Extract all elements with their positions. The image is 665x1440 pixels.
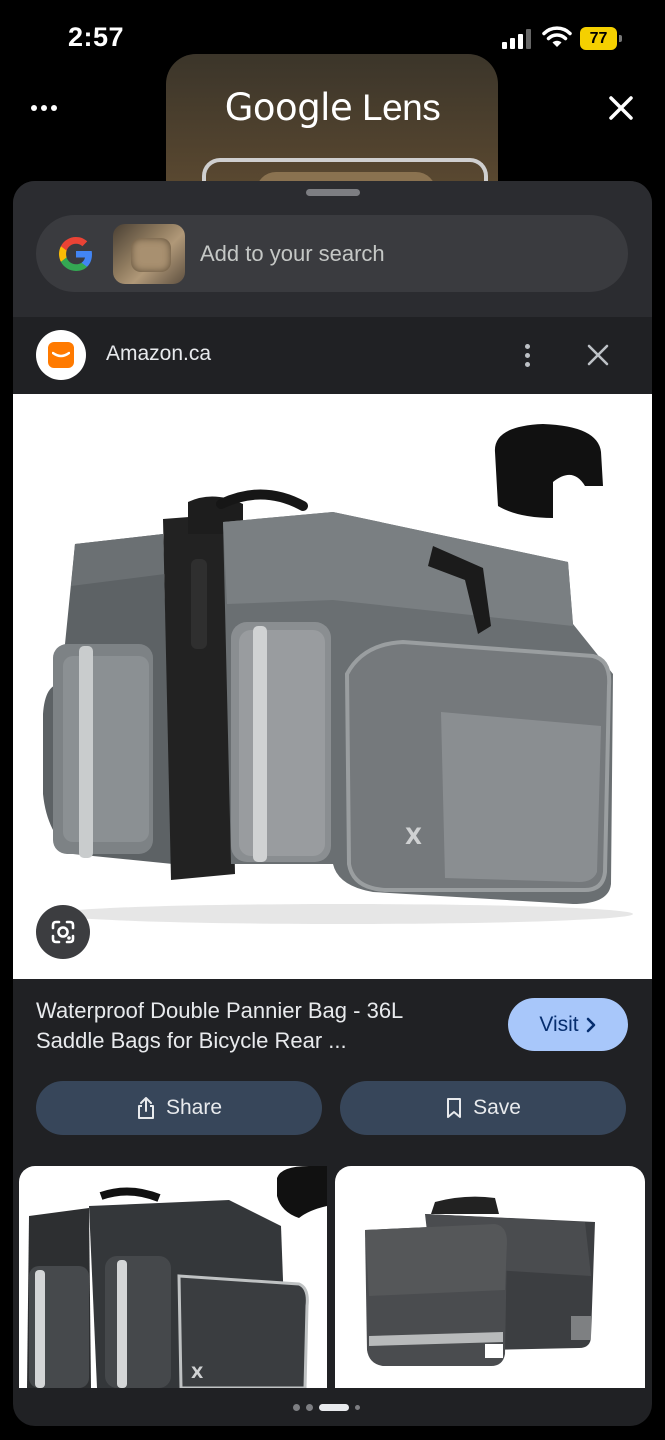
close-icon[interactable]	[584, 341, 612, 369]
related-bag-image: X	[27, 1166, 327, 1388]
add-to-search-bar[interactable]: Add to your search	[36, 215, 628, 292]
results-sheet: Add to your search Amazon.ca X Waterproo…	[13, 181, 652, 1426]
svg-text:X: X	[405, 825, 422, 850]
page-title: Google Lens	[0, 86, 665, 129]
share-icon	[137, 1097, 154, 1119]
cellular-signal-icon	[502, 29, 531, 49]
amazon-logo	[36, 330, 86, 380]
battery-level: 77	[580, 27, 617, 50]
title-lens: Lens	[362, 87, 441, 128]
result-source-row: Amazon.ca	[13, 317, 652, 394]
bookmark-icon	[447, 1098, 462, 1118]
pager-dot	[306, 1403, 313, 1411]
close-icon[interactable]	[604, 91, 638, 125]
visit-button[interactable]: Visit	[508, 998, 628, 1051]
visit-label: Visit	[539, 1012, 579, 1036]
drag-handle[interactable]	[306, 189, 360, 196]
search-placeholder: Add to your search	[200, 241, 385, 266]
carousel-pager	[293, 1402, 373, 1412]
related-result-card[interactable]: X	[19, 1166, 327, 1388]
save-button[interactable]: Save	[340, 1081, 626, 1135]
pager-dot	[355, 1404, 360, 1410]
title-google: Google	[224, 86, 353, 129]
pannier-bag-image: X	[43, 424, 633, 924]
lens-icon[interactable]	[36, 905, 90, 959]
save-label: Save	[473, 1096, 521, 1119]
wifi-icon	[542, 26, 572, 47]
status-time: 2:57	[68, 22, 125, 52]
related-result-card[interactable]	[335, 1166, 645, 1388]
share-label: Share	[165, 1096, 223, 1119]
share-button[interactable]: Share	[36, 1081, 322, 1135]
battery-icon: 77	[580, 27, 622, 50]
pager-dot	[293, 1403, 300, 1411]
product-title[interactable]: Waterproof Double Pannier Bag - 36L Sadd…	[36, 996, 476, 1056]
pager-dot-active	[319, 1403, 349, 1411]
related-bag-image	[365, 1196, 595, 1366]
search-image-thumbnail[interactable]	[113, 224, 185, 284]
product-image[interactable]: X	[13, 394, 652, 979]
chevron-right-icon	[586, 1017, 595, 1032]
sheet-header: Add to your search	[13, 181, 652, 317]
source-name[interactable]: Amazon.ca	[106, 342, 211, 366]
more-vert-icon[interactable]	[513, 339, 541, 371]
google-g-icon	[59, 237, 92, 271]
svg-text:X: X	[191, 1363, 204, 1382]
